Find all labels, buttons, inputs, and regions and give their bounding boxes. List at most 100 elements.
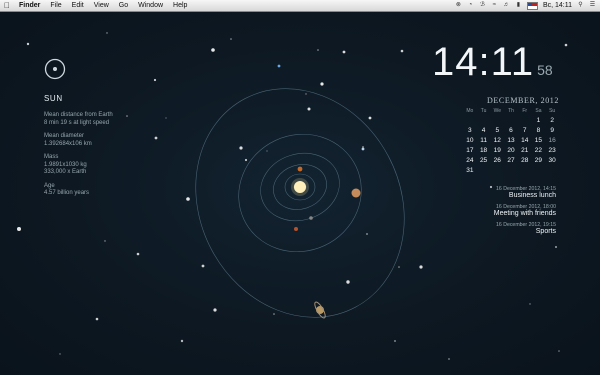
- star: [320, 82, 324, 86]
- calendar-day[interactable]: 30: [545, 157, 559, 164]
- calendar-day[interactable]: [532, 167, 546, 174]
- event-item[interactable]: 16 December 2012, 14:15 Business lunch: [460, 186, 556, 199]
- calendar-day[interactable]: [504, 117, 518, 124]
- calendar-day[interactable]: 7: [518, 127, 532, 134]
- clock-time: 14:11: [432, 40, 535, 84]
- calendar-day[interactable]: 9: [545, 127, 559, 134]
- calendar-day[interactable]: 28: [518, 157, 532, 164]
- calendar-day[interactable]: 17: [463, 147, 477, 154]
- calendar-widget: DECEMBER, 2012 Mo Tu We Th Fr Sa Su 1 2 …: [463, 96, 559, 174]
- calendar-day[interactable]: 25: [477, 157, 491, 164]
- calendar-day[interactable]: 1: [532, 117, 546, 124]
- calendar-day[interactable]: 8: [532, 127, 546, 134]
- calendar-day[interactable]: 13: [504, 137, 518, 144]
- menu-edit[interactable]: Edit: [67, 0, 89, 11]
- fact-label: Mass: [44, 154, 59, 160]
- wifi-icon[interactable]: ≈: [491, 2, 498, 9]
- calendar-day[interactable]: [490, 117, 504, 124]
- event-item[interactable]: 16 December 2012, 19:15 Sports: [460, 222, 556, 235]
- calendar-day[interactable]: 4: [477, 127, 491, 134]
- fact-value: 8 min 19 s at light speed: [44, 119, 110, 126]
- menu-window[interactable]: Window: [133, 0, 168, 11]
- calendar-day[interactable]: 15: [532, 137, 546, 144]
- calendar-day[interactable]: 10: [463, 137, 477, 144]
- calendar-day[interactable]: 31: [463, 167, 477, 174]
- notification-center-icon[interactable]: ☰: [589, 2, 596, 9]
- fact-distance: Mean distance from Earth 8 min 19 s at l…: [44, 112, 174, 127]
- star: [266, 150, 268, 152]
- calendar-day-today[interactable]: 16: [545, 137, 559, 144]
- calendar-day[interactable]: [518, 167, 532, 174]
- battery-icon[interactable]: ▮: [515, 2, 522, 9]
- menu-view[interactable]: View: [89, 0, 114, 11]
- mars-planet[interactable]: [294, 227, 298, 231]
- calendar-day[interactable]: 18: [477, 147, 491, 154]
- earth-planet[interactable]: [361, 147, 365, 151]
- calendar-day[interactable]: 3: [463, 127, 477, 134]
- time-machine-icon[interactable]: ◔: [467, 2, 474, 9]
- menu-go[interactable]: Go: [114, 0, 133, 11]
- calendar-day[interactable]: [477, 117, 491, 124]
- calendar-day[interactable]: 19: [490, 147, 504, 154]
- menu-file[interactable]: File: [45, 0, 66, 11]
- calendar-day[interactable]: [463, 117, 477, 124]
- fact-value: 4.57 billion years: [44, 190, 90, 196]
- venus-planet[interactable]: [297, 166, 303, 172]
- fact-label: Mean distance from Earth: [44, 112, 113, 118]
- star: [104, 240, 106, 242]
- volume-icon[interactable]: ♬: [503, 2, 510, 9]
- star: [342, 50, 346, 54]
- star: [307, 107, 311, 111]
- calendar-day[interactable]: 24: [463, 157, 477, 164]
- calendar-day[interactable]: 12: [490, 137, 504, 144]
- calendar-day[interactable]: [518, 117, 532, 124]
- calendar-day[interactable]: 6: [504, 127, 518, 134]
- sun-glow: [291, 178, 309, 196]
- fact-diameter: Mean diameter 1.392684x106 km: [44, 133, 174, 148]
- apple-menu-icon[interactable]: : [0, 1, 14, 10]
- weekday-label: Fr: [522, 108, 528, 114]
- star: [398, 266, 400, 268]
- calendar-day[interactable]: 23: [545, 147, 559, 154]
- status-area: ⊗ ◔ ℬ ≈ ♬ ▮ Вс, 14:11 ⚲ ☰: [455, 0, 596, 11]
- event-item[interactable]: 16 December 2012, 18:00 Meeting with fri…: [460, 204, 556, 217]
- calendar-day[interactable]: 14: [518, 137, 532, 144]
- calendar-day[interactable]: 2: [545, 117, 559, 124]
- clock-seconds: 58: [537, 62, 553, 78]
- star: [59, 353, 61, 355]
- star: [305, 93, 307, 95]
- calendar-day[interactable]: 20: [504, 147, 518, 154]
- mercury-planet[interactable]: [309, 216, 313, 220]
- calendar-day[interactable]: [504, 167, 518, 174]
- jupiter-planet[interactable]: [351, 188, 361, 198]
- calendar-day[interactable]: 27: [504, 157, 518, 164]
- calendar-day[interactable]: 22: [532, 147, 546, 154]
- input-source-flag-icon[interactable]: [526, 1, 538, 10]
- calendar-day[interactable]: [545, 167, 559, 174]
- star: [400, 49, 404, 53]
- menu-app-finder[interactable]: Finder: [14, 0, 45, 11]
- calendar-day[interactable]: 26: [490, 157, 504, 164]
- search-icon[interactable]: ⚲: [577, 2, 584, 9]
- calendar-day[interactable]: 21: [518, 147, 532, 154]
- star: [529, 303, 531, 305]
- sun-symbol-icon: [44, 58, 66, 80]
- star: [26, 42, 30, 46]
- weekday-label: Sa: [535, 108, 542, 114]
- event-title: Sports: [535, 228, 556, 235]
- star: [558, 350, 560, 352]
- calendar-day[interactable]: 29: [532, 157, 546, 164]
- fact-age: Age 4.57 billion years: [44, 183, 174, 198]
- calendar-day[interactable]: [477, 167, 491, 174]
- close-circle-icon[interactable]: ⊗: [455, 2, 462, 9]
- calendar-day[interactable]: 11: [477, 137, 491, 144]
- comet-marker[interactable]: [277, 64, 281, 68]
- menu-clock[interactable]: Вс, 14:11: [543, 2, 572, 9]
- fact-label: Mean diameter: [44, 133, 85, 139]
- calendar-day[interactable]: [490, 167, 504, 174]
- bluetooth-icon[interactable]: ℬ: [479, 2, 486, 9]
- saturn-planet[interactable]: [316, 306, 324, 314]
- calendar-day[interactable]: 5: [490, 127, 504, 134]
- menu-help[interactable]: Help: [168, 0, 192, 11]
- star: [419, 265, 423, 269]
